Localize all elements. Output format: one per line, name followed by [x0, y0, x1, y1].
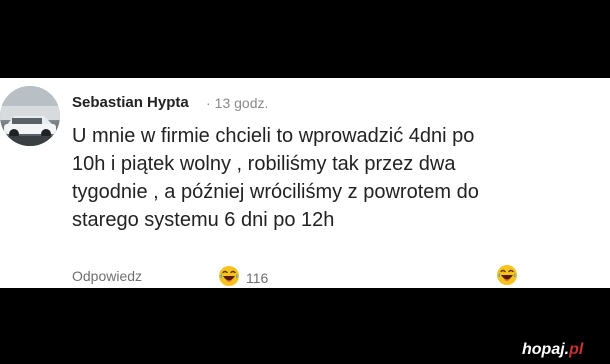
comment-author[interactable]: Sebastian Hypta	[72, 94, 189, 111]
avatar-car-image	[0, 86, 60, 146]
react-button[interactable]	[496, 264, 518, 290]
comment-timestamp[interactable]: 13 godz.	[215, 95, 269, 111]
comment-text: U mnie w firmie chcieli to wprowadzić 4d…	[72, 122, 602, 234]
comment-card: Sebastian Hypta · 13 godz. U mnie w firmi…	[0, 78, 610, 288]
avatar[interactable]	[0, 86, 60, 146]
comment-text-line: starego systemu 6 dni po 12h	[72, 209, 335, 231]
reaction-summary[interactable]: 116	[218, 265, 268, 291]
laughing-emoji-icon	[496, 265, 518, 290]
hopaj-watermark: hopaj.pl	[522, 341, 583, 359]
comment-text-line: U mnie w firmie chcieli to wprowadzić 4d…	[72, 125, 475, 147]
meta-separator: ·	[206, 95, 211, 111]
comment-text-line: 10h i piątek wolny , robiliśmy tak przez…	[72, 153, 456, 175]
reaction-count: 116	[246, 270, 269, 286]
reply-button[interactable]: Odpowiedz	[72, 268, 142, 284]
comment-text-line: tygodnie , a później wróciliśmy z powrot…	[72, 181, 479, 203]
watermark-tld: pl	[569, 341, 584, 358]
laughing-emoji-icon	[218, 265, 240, 291]
comment-meta: · 13 godz.	[206, 95, 268, 111]
watermark-name: hopaj	[522, 341, 565, 358]
